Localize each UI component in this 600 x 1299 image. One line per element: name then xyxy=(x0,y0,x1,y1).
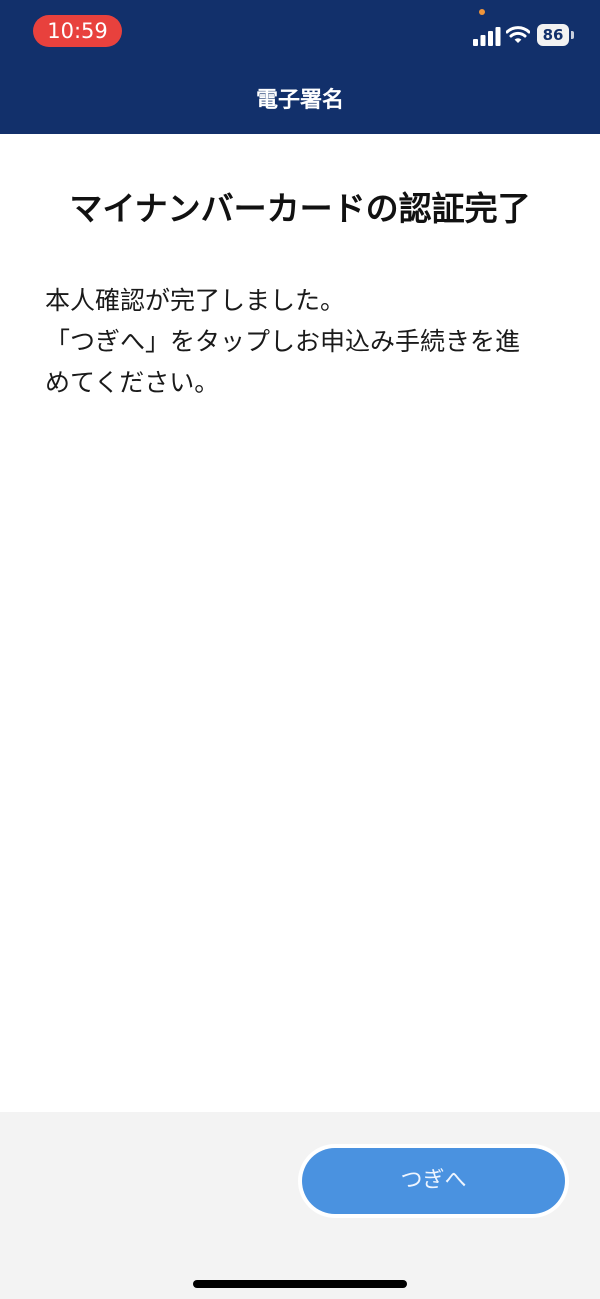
wifi-icon xyxy=(506,26,530,43)
page-title: 電子署名 xyxy=(255,88,344,113)
next-button[interactable]: つぎへ xyxy=(302,1148,565,1214)
completion-message: 本人確認が完了しました。 「つぎへ」をタップしお申込み手続きを進 めてください。 xyxy=(45,280,555,403)
privacy-indicator-dot xyxy=(479,9,485,15)
message-line: 「つぎへ」をタップしお申込み手続きを進 xyxy=(45,327,521,356)
message-line: 本人確認が完了しました。 xyxy=(45,286,346,315)
battery-icon: 86 xyxy=(537,24,575,46)
cellular-signal-icon xyxy=(473,27,501,46)
status-time: 10:59 xyxy=(33,15,122,47)
footer-bar: つぎへ xyxy=(0,1112,600,1299)
battery-level: 86 xyxy=(537,24,569,46)
battery-cap xyxy=(571,31,574,39)
message-line: めてください。 xyxy=(45,368,220,397)
app-header: 10:59 86 電子署名 xyxy=(0,0,600,134)
completion-heading: マイナンバーカードの認証完了 xyxy=(69,189,531,228)
home-indicator[interactable] xyxy=(193,1280,407,1288)
